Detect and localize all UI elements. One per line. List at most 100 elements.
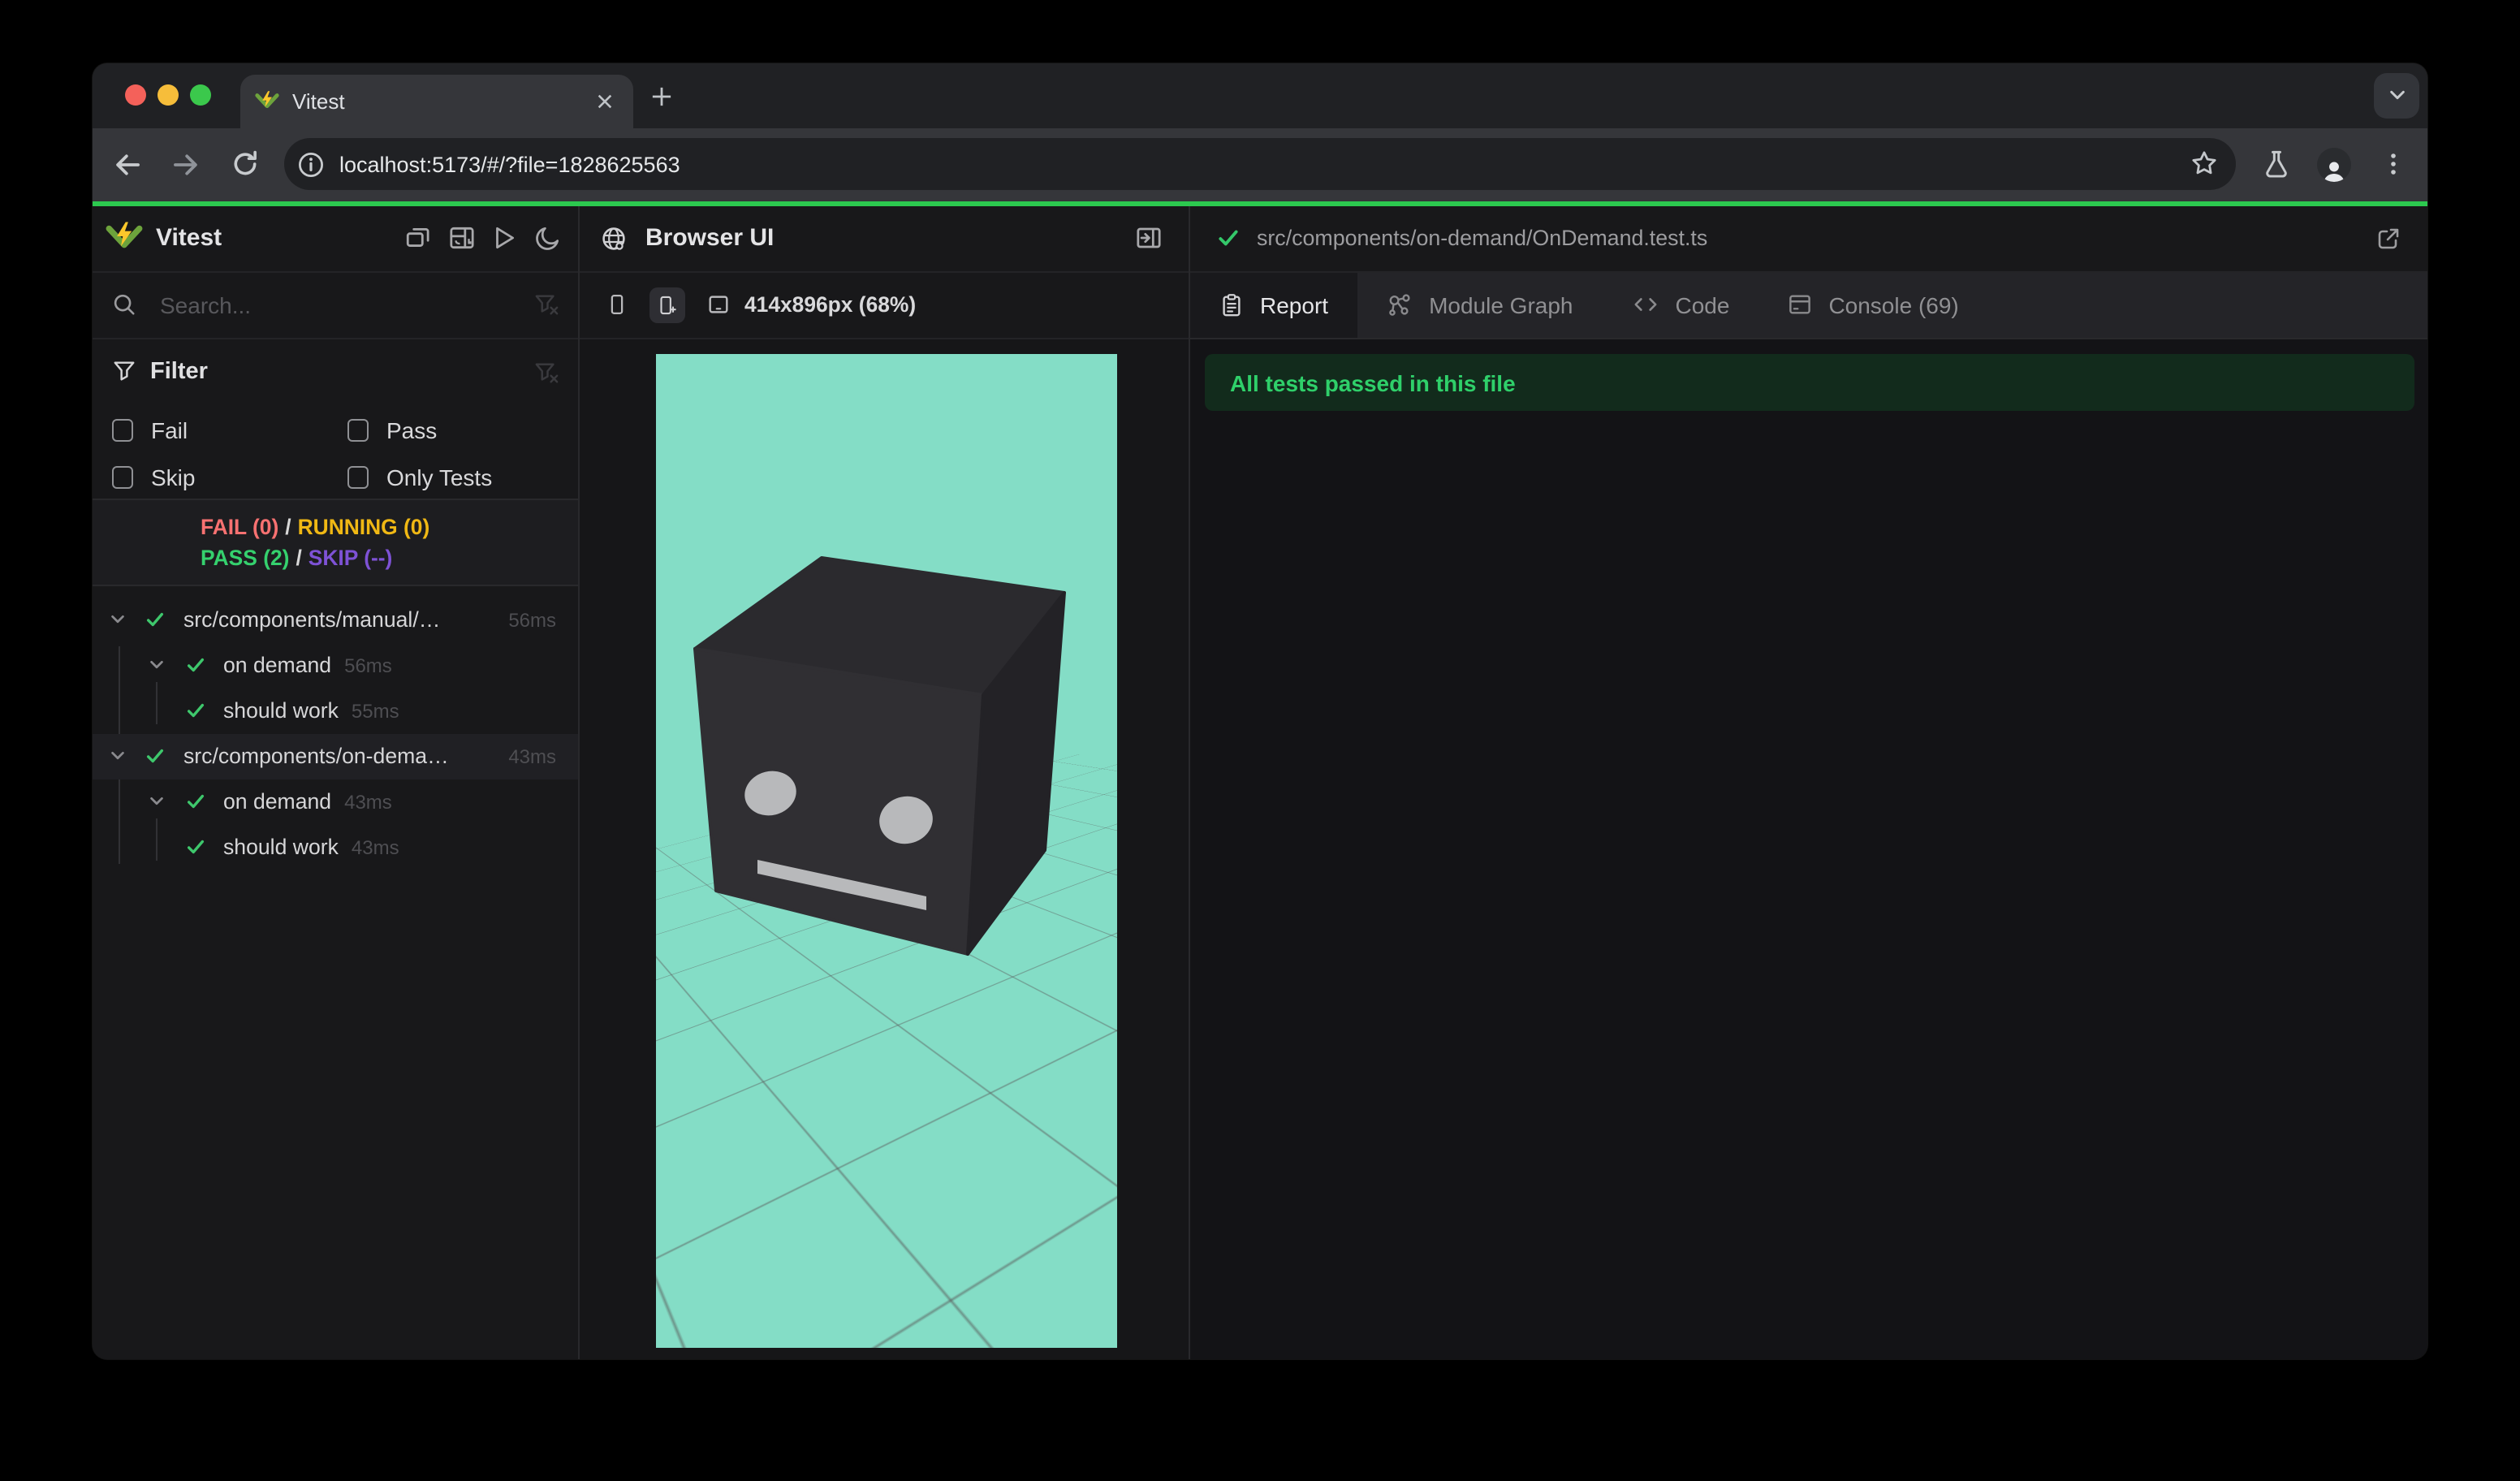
search-row: Search...: [92, 273, 577, 339]
chevron-down-icon: [146, 656, 166, 674]
report-header: src/components/on-demand/OnDemand.test.t…: [1190, 205, 2427, 273]
code-brackets-icon: [1632, 293, 1659, 317]
filter-funnel-icon: [113, 361, 134, 381]
viewport-size-label: 414x896px (68%): [744, 292, 917, 317]
vitest-app: Vitest Search... Filter Fail Pass Skip O…: [92, 205, 2427, 1358]
pass-check-icon: [184, 700, 207, 721]
browser-toolbar: localhost:5173/#/?file=1828625563: [92, 127, 2427, 201]
preview-panel: Browser UI 414x896px (68%): [579, 205, 1190, 1358]
report-clipboard-icon: [1219, 292, 1244, 318]
filter-section: Filter Fail Pass Skip Only Tests: [92, 339, 577, 499]
forward-arrow-icon: [174, 153, 197, 175]
traffic-lights: [124, 84, 210, 106]
window-restore-icon[interactable]: [404, 225, 432, 253]
pass-check-icon: [144, 609, 166, 630]
back-arrow-icon: [116, 153, 140, 175]
vitest-favicon-icon: [255, 90, 279, 108]
preview-title: Browser UI: [645, 224, 775, 253]
report-file-path: src/components/on-demand/OnDemand.test.t…: [1257, 226, 1708, 251]
pass-check-icon: [1219, 231, 1238, 246]
menu-kebab-icon[interactable]: [2368, 140, 2417, 188]
reload-icon: [233, 150, 256, 175]
test-tree: src/components/manual/… 56ms on demand 5…: [92, 585, 577, 1358]
preview-content: [579, 339, 1189, 1358]
tab-code[interactable]: Code: [1603, 273, 1759, 337]
tree-suite-row[interactable]: on demand 43ms: [92, 779, 577, 824]
tab-strip: Vitest: [92, 63, 2427, 127]
info-icon[interactable]: [297, 150, 325, 178]
robot-cube: [693, 555, 1066, 955]
tab-search-button[interactable]: [2374, 72, 2419, 118]
screen: Vitest localhost:5173/#/?file=1828625563…: [0, 0, 2520, 1481]
tree-file-row[interactable]: src/components/manual/… 56ms: [92, 597, 577, 642]
chevron-down-icon: [108, 747, 127, 765]
tab-console[interactable]: Console (69): [1758, 273, 1987, 337]
browser-tab[interactable]: Vitest: [240, 74, 632, 127]
clear-search-filter-icon[interactable]: [533, 293, 577, 317]
external-link-icon[interactable]: [2375, 226, 2401, 252]
tree-test-row[interactable]: should work 55ms: [92, 688, 577, 733]
device-phone-active-button[interactable]: [649, 287, 684, 323]
chevron-down-icon: [108, 611, 127, 628]
open-panel-right-icon[interactable]: [1135, 225, 1189, 253]
report-tabs: Report Module Graph Code Console (69): [1190, 273, 2427, 339]
new-tab-button[interactable]: [641, 75, 683, 117]
module-graph-icon: [1387, 292, 1413, 318]
search-icon: [113, 295, 134, 316]
url-text: localhost:5173/#/?file=1828625563: [339, 152, 680, 176]
address-bar[interactable]: localhost:5173/#/?file=1828625563: [284, 137, 2235, 191]
filter-checkbox-pass[interactable]: Pass: [347, 407, 558, 454]
tree-suite-row[interactable]: on demand 56ms: [92, 642, 577, 688]
tree-file-row-selected[interactable]: src/components/on-dema… 43ms: [92, 733, 577, 779]
tab-module-graph[interactable]: Module Graph: [1357, 273, 1602, 337]
chevron-down-icon: [146, 792, 166, 810]
tab-close-icon[interactable]: [592, 88, 618, 114]
sidebar-header: Vitest: [92, 205, 577, 273]
avatar: [2317, 147, 2351, 181]
report-content: All tests passed in this file: [1190, 339, 2427, 1358]
filter-title: Filter: [150, 358, 208, 384]
vitest-logo-icon: [105, 222, 142, 248]
app-title: Vitest: [156, 224, 222, 253]
filter-checkbox-fail[interactable]: Fail: [111, 407, 347, 454]
zoom-window-button[interactable]: [189, 84, 210, 106]
device-viewport[interactable]: [656, 353, 1117, 1348]
reload-button[interactable]: [220, 140, 269, 188]
browser-window: Vitest localhost:5173/#/?file=1828625563…: [92, 63, 2427, 1358]
forward-button[interactable]: [162, 140, 210, 188]
chevron-down-icon: [2389, 90, 2404, 100]
dark-mode-moon-icon[interactable]: [533, 225, 561, 253]
profile-button[interactable]: [2310, 140, 2358, 188]
tab-report[interactable]: Report: [1190, 273, 1358, 337]
pass-check-icon: [144, 745, 166, 766]
close-window-button[interactable]: [124, 84, 145, 106]
console-panel-icon: [1788, 293, 1812, 317]
search-input[interactable]: Search...: [160, 292, 251, 318]
report-panel: src/components/on-demand/OnDemand.test.t…: [1190, 205, 2427, 1358]
summary-line-2: PASS (2) / SKIP (--): [201, 545, 393, 569]
bookmark-star-icon[interactable]: [2190, 150, 2217, 178]
device-toolbar: 414x896px (68%): [579, 273, 1189, 339]
minimize-window-button[interactable]: [157, 84, 178, 106]
filter-checkbox-skip[interactable]: Skip: [111, 454, 347, 501]
test-summary: FAIL (0) / RUNNING (0) PASS (2) / SKIP (--): [92, 499, 577, 585]
summary-line-1: FAIL (0) / RUNNING (0): [201, 515, 430, 539]
clear-filters-icon[interactable]: [533, 360, 558, 384]
tab-title: Vitest: [292, 89, 345, 113]
run-all-play-icon[interactable]: [490, 225, 518, 253]
back-button[interactable]: [103, 140, 152, 188]
dashboard-icon[interactable]: [447, 225, 475, 253]
phone-new-icon: [660, 296, 676, 314]
sidebar: Vitest Search... Filter Fail Pass Skip O…: [92, 205, 579, 1358]
phone-icon[interactable]: [605, 293, 628, 317]
globe-icon: [602, 227, 624, 250]
pass-check-icon: [184, 836, 207, 857]
preview-header: Browser UI: [579, 205, 1189, 273]
experiments-flask-icon[interactable]: [2251, 140, 2300, 188]
pass-check-icon: [183, 791, 206, 812]
filter-checkbox-only-tests[interactable]: Only Tests: [347, 454, 558, 501]
all-tests-passed-banner: All tests passed in this file: [1204, 354, 2414, 411]
tree-test-row[interactable]: should work 43ms: [92, 824, 577, 870]
tablet-icon[interactable]: [706, 293, 730, 317]
pass-check-icon: [183, 654, 206, 676]
